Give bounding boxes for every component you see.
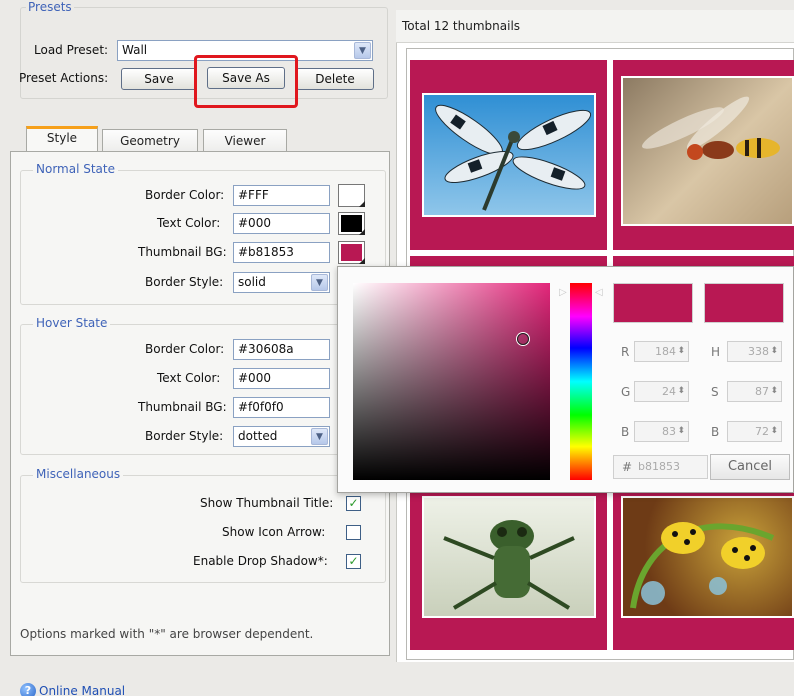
hover-text-color-input[interactable]: #000 — [233, 368, 330, 389]
blue-input[interactable]: 83 ⬍ — [634, 421, 689, 442]
save-button[interactable]: Save — [121, 68, 197, 90]
chevron-down-icon: ▼ — [311, 428, 328, 445]
normal-thumb-bg-swatch[interactable] — [338, 241, 365, 264]
brightness-input[interactable]: 72 ⬍ — [727, 421, 782, 442]
grasshopper-image — [422, 496, 596, 618]
browser-note: Options marked with "*" are browser depe… — [20, 627, 314, 641]
thumbnail-row2-right[interactable] — [613, 256, 794, 266]
hover-state-legend: Hover State — [33, 316, 111, 330]
thumbnail-row2-left[interactable] — [410, 256, 607, 266]
hex-value: b81853 — [638, 460, 680, 473]
green-value: 24 — [662, 385, 676, 398]
show-arrow-checkbox[interactable] — [346, 525, 361, 540]
drop-shadow-label: Enable Drop Shadow*: — [193, 554, 328, 568]
spinner-icon[interactable]: ⬍ — [677, 382, 685, 401]
chevron-down-icon: ▼ — [354, 42, 371, 59]
online-manual-link[interactable]: Online Manual — [39, 684, 125, 696]
thumbnail-count: Total 12 thumbnails — [402, 19, 521, 33]
gallery-header: Total 12 thumbnails — [396, 10, 794, 43]
cancel-button[interactable]: Cancel — [710, 454, 790, 480]
hue-value: 338 — [748, 345, 769, 358]
hover-border-style-value: dotted — [238, 429, 278, 443]
hue-label: H — [711, 345, 721, 359]
dragonfly-image — [422, 93, 596, 217]
saturation-value: 87 — [755, 385, 769, 398]
tab-geometry[interactable]: Geometry — [102, 129, 198, 153]
normal-text-color-label: Text Color: — [157, 216, 221, 230]
help-icon[interactable]: ? — [20, 683, 36, 696]
presets-legend: Presets — [26, 0, 74, 14]
normal-border-style-select[interactable]: solid ▼ — [233, 272, 330, 293]
brightness-label: B — [711, 425, 720, 439]
drop-shadow-checkbox[interactable]: ✓ — [346, 554, 361, 569]
hex-input[interactable]: # b81853 — [613, 455, 708, 479]
chevron-down-icon: ▼ — [311, 274, 328, 291]
tab-style[interactable]: Style — [26, 126, 98, 153]
hover-text-color-label: Text Color: — [157, 371, 221, 385]
hue-arrow-left-icon: ▷ — [559, 287, 567, 298]
hover-thumb-bg-label: Thumbnail BG: — [138, 400, 227, 414]
hue-arrow-right-icon: ◁ — [595, 287, 603, 298]
red-label: R — [621, 345, 630, 359]
green-label: G — [621, 385, 631, 399]
spinner-icon[interactable]: ⬍ — [770, 382, 778, 401]
wasp-image — [621, 76, 794, 226]
red-input[interactable]: 184 ⬍ — [634, 341, 689, 362]
blue-label: B — [621, 425, 630, 439]
normal-state-legend: Normal State — [33, 162, 118, 176]
tab-viewer[interactable]: Viewer — [203, 129, 287, 153]
show-title-label: Show Thumbnail Title: — [200, 496, 334, 510]
show-title-checkbox[interactable]: ✓ — [346, 496, 361, 511]
hover-border-style-select[interactable]: dotted ▼ — [233, 426, 330, 447]
hue-input[interactable]: 338 ⬍ — [727, 341, 782, 362]
brightness-value: 72 — [755, 425, 769, 438]
green-input[interactable]: 24 ⬍ — [634, 381, 689, 402]
normal-border-color-label: Border Color: — [145, 188, 225, 202]
normal-border-color-input[interactable]: #FFF — [233, 185, 330, 206]
hover-border-color-input[interactable]: #30608a — [233, 339, 330, 360]
normal-text-color-input[interactable]: #000 — [233, 213, 330, 234]
normal-thumb-bg-label: Thumbnail BG: — [138, 245, 227, 259]
delete-button[interactable]: Delete — [296, 68, 374, 90]
load-preset-value: Wall — [122, 43, 148, 57]
new-color-preview — [613, 283, 693, 323]
blue-value: 83 — [662, 425, 676, 438]
saturation-value-field[interactable] — [353, 283, 550, 480]
hover-border-color-label: Border Color: — [145, 342, 225, 356]
saturation-label: S — [711, 385, 719, 399]
hover-thumb-bg-input[interactable]: #f0f0f0 — [233, 397, 330, 418]
hue-slider[interactable] — [570, 283, 592, 480]
spinner-icon[interactable]: ⬍ — [770, 342, 778, 361]
normal-border-style-label: Border Style: — [145, 275, 224, 289]
current-color-preview[interactable] — [704, 283, 784, 323]
save-as-highlight — [194, 55, 298, 108]
load-preset-label: Load Preset: — [34, 43, 109, 57]
normal-border-color-swatch[interactable] — [338, 184, 365, 207]
hover-border-style-label: Border Style: — [145, 429, 224, 443]
hex-label: # — [622, 460, 633, 474]
sv-cursor-handle[interactable] — [517, 333, 529, 345]
ladybugs-image — [621, 496, 794, 618]
spinner-icon[interactable]: ⬍ — [677, 422, 685, 441]
saturation-input[interactable]: 87 ⬍ — [727, 381, 782, 402]
normal-thumb-bg-input[interactable]: #b81853 — [233, 242, 330, 263]
normal-text-color-swatch[interactable] — [338, 212, 365, 235]
spinner-icon[interactable]: ⬍ — [677, 342, 685, 361]
red-value: 184 — [655, 345, 676, 358]
misc-legend: Miscellaneous — [33, 467, 124, 481]
preset-actions-label: Preset Actions: — [19, 71, 109, 85]
show-arrow-label: Show Icon Arrow: — [222, 525, 326, 539]
spinner-icon[interactable]: ⬍ — [770, 422, 778, 441]
normal-border-style-value: solid — [238, 275, 266, 289]
